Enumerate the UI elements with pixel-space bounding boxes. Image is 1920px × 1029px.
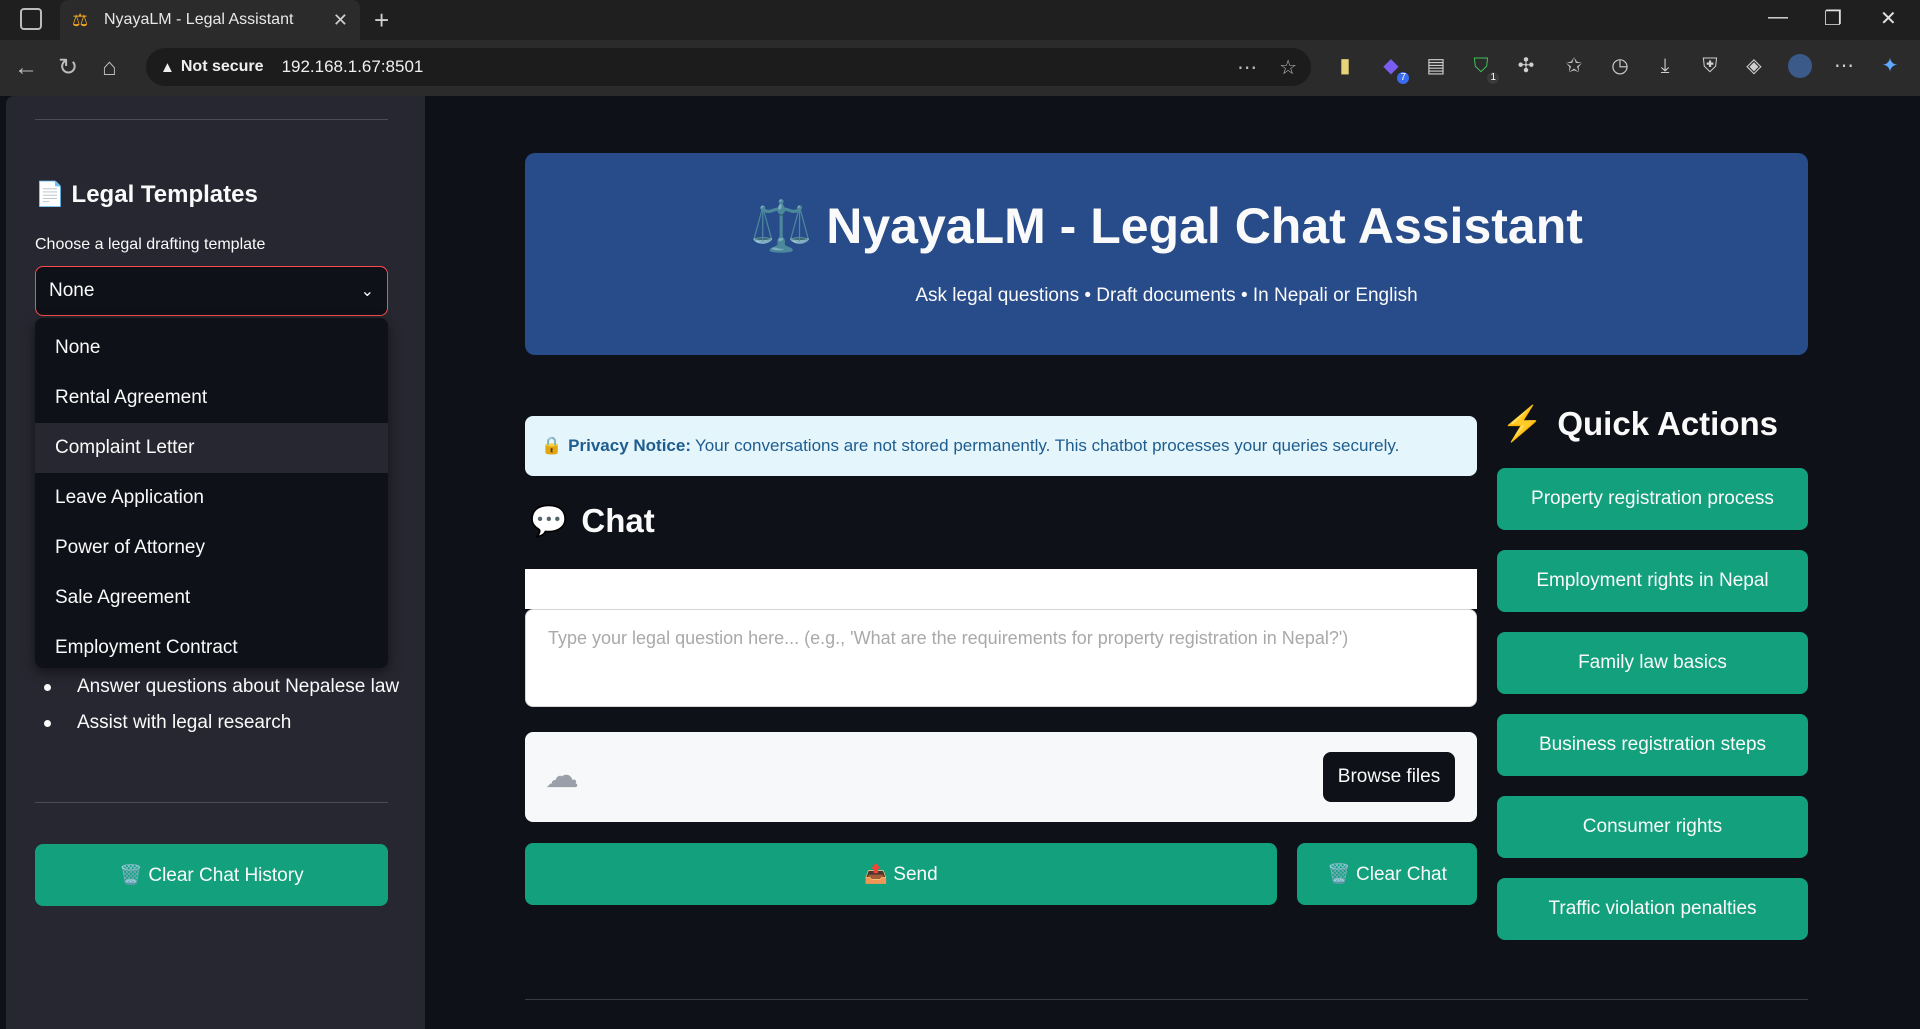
chevron-down-icon: ⌄ [360,283,374,300]
browser-tabbar: ⚖ NyayaLM - Legal Assistant ✕ + — ❐ ✕ [0,0,1920,40]
close-window-icon[interactable]: ✕ [1880,6,1897,31]
list-item: Assist with legal research [44,712,399,748]
question-input[interactable]: Type your legal question here... (e.g., … [525,609,1477,707]
downloads-icon[interactable]: ⤓ [1653,54,1677,78]
hero-banner: ⚖️ NyayaLM - Legal Chat Assistant Ask le… [525,153,1808,355]
browser-tab[interactable]: ⚖ NyayaLM - Legal Assistant ✕ [60,0,360,40]
extension-purple-icon[interactable]: ◆ 7 [1379,54,1409,84]
chat-title: Chat [581,502,655,539]
extensions-puzzle-icon[interactable]: ✣ [1514,54,1538,78]
shield-extension-icon[interactable]: ⛉ 1 [1469,54,1499,84]
favorites-icon[interactable]: ✩ [1562,54,1586,78]
workspaces-icon[interactable] [20,8,42,30]
chat-heading: 💬 Chat [530,502,655,540]
list-item: Answer questions about Nepalese law [44,676,399,712]
template-option-sale-agreement[interactable]: Sale Agreement [35,573,388,623]
security-label[interactable]: Not secure [181,58,264,76]
quick-action-button[interactable]: Business registration steps [1497,714,1808,776]
quick-action-button[interactable]: Property registration process [1497,468,1808,530]
home-icon[interactable]: ⌂ [102,54,117,82]
privacy-text: Your conversations are not stored perman… [695,436,1400,455]
app-root: 📄 Legal Templates Choose a legal draftin… [0,96,1920,1029]
new-tab-icon[interactable]: + [374,6,389,34]
divider [35,802,388,803]
quick-actions-heading: ⚡ Quick Actions [1501,404,1778,444]
address-bar[interactable]: ▲ Not secure 192.168.1.67:8501 ⋯ ☆ [146,48,1311,86]
privacy-label: Privacy Notice: [568,436,692,455]
favorite-star-icon[interactable]: ☆ [1279,55,1297,80]
close-tab-icon[interactable]: ✕ [333,10,348,31]
capabilities-list: Answer questions about Nepalese law Assi… [44,676,399,748]
url-text[interactable]: 192.168.1.67:8501 [282,57,424,77]
warning-icon: ▲ [160,58,175,76]
lock-icon: 🔒 [541,436,563,455]
send-button[interactable]: 📤 Send [525,843,1277,905]
scales-icon: ⚖ [72,10,89,30]
template-option-complaint-letter[interactable]: Complaint Letter [35,423,388,473]
quick-action-button[interactable]: Traffic violation penalties [1497,878,1808,940]
templates-title: 📄 Legal Templates [35,181,258,208]
history-icon[interactable]: ◷ [1608,54,1632,78]
template-option-power-of-attorney[interactable]: Power of Attorney [35,523,388,573]
quick-actions-title: Quick Actions [1557,405,1778,442]
notes-extension-icon[interactable]: ▮ [1333,54,1357,78]
collections-icon[interactable]: ▤ [1424,54,1448,78]
quick-action-button[interactable]: Consumer rights [1497,796,1808,858]
template-option-employment-contract[interactable]: Employment Contract [35,623,388,673]
divider [525,999,1808,1000]
file-uploader[interactable]: ☁ Browse files [525,732,1477,822]
reload-icon[interactable]: ↻ [58,54,78,82]
lightning-icon: ⚡ [1501,405,1544,443]
clear-history-button[interactable]: 🗑️ Clear Chat History [35,844,388,906]
page-title: ⚖️ NyayaLM - Legal Chat Assistant [750,198,1583,254]
template-option-rental-agreement[interactable]: Rental Agreement [35,373,388,423]
template-option-none[interactable]: None [35,323,388,373]
profile-avatar[interactable] [1788,54,1812,78]
template-option-leave-application[interactable]: Leave Application [35,473,388,523]
minimize-icon[interactable]: — [1768,6,1788,29]
template-dropdown: None Rental Agreement Complaint Letter L… [35,318,388,668]
maximize-icon[interactable]: ❐ [1824,6,1842,31]
divider [35,119,388,120]
quick-action-button[interactable]: Employment rights in Nepal [1497,550,1808,612]
page-subtitle: Ask legal questions • Draft documents • … [915,285,1418,306]
performance-icon[interactable]: ◈ [1742,54,1766,78]
templates-label: Choose a legal drafting template [35,236,266,253]
browser-essentials-icon[interactable]: ⛨ [1698,54,1722,78]
template-select-value: None [49,280,95,301]
copilot-icon[interactable]: ✦ [1878,54,1902,78]
reader-icon[interactable]: ⋯ [1237,55,1257,80]
quick-action-button[interactable]: Family law basics [1497,632,1808,694]
speech-bubble-icon: 💬 [530,504,568,538]
more-menu-icon[interactable]: ⋯ [1832,54,1856,78]
clear-chat-button[interactable]: 🗑️ Clear Chat [1297,843,1477,905]
browse-files-button[interactable]: Browse files [1323,752,1455,802]
template-select[interactable]: None ⌄ [35,266,388,316]
cloud-upload-icon: ☁ [545,757,579,795]
chat-history-area [525,569,1477,609]
browser-toolbar: ← ↻ ⌂ ▲ Not secure 192.168.1.67:8501 ⋯ ☆… [0,40,1920,96]
privacy-notice: 🔒 Privacy Notice: Your conversations are… [525,416,1477,476]
tab-title: NyayaLM - Legal Assistant [104,11,294,28]
back-icon[interactable]: ← [14,54,38,82]
sidebar: 📄 Legal Templates Choose a legal draftin… [6,96,425,1029]
